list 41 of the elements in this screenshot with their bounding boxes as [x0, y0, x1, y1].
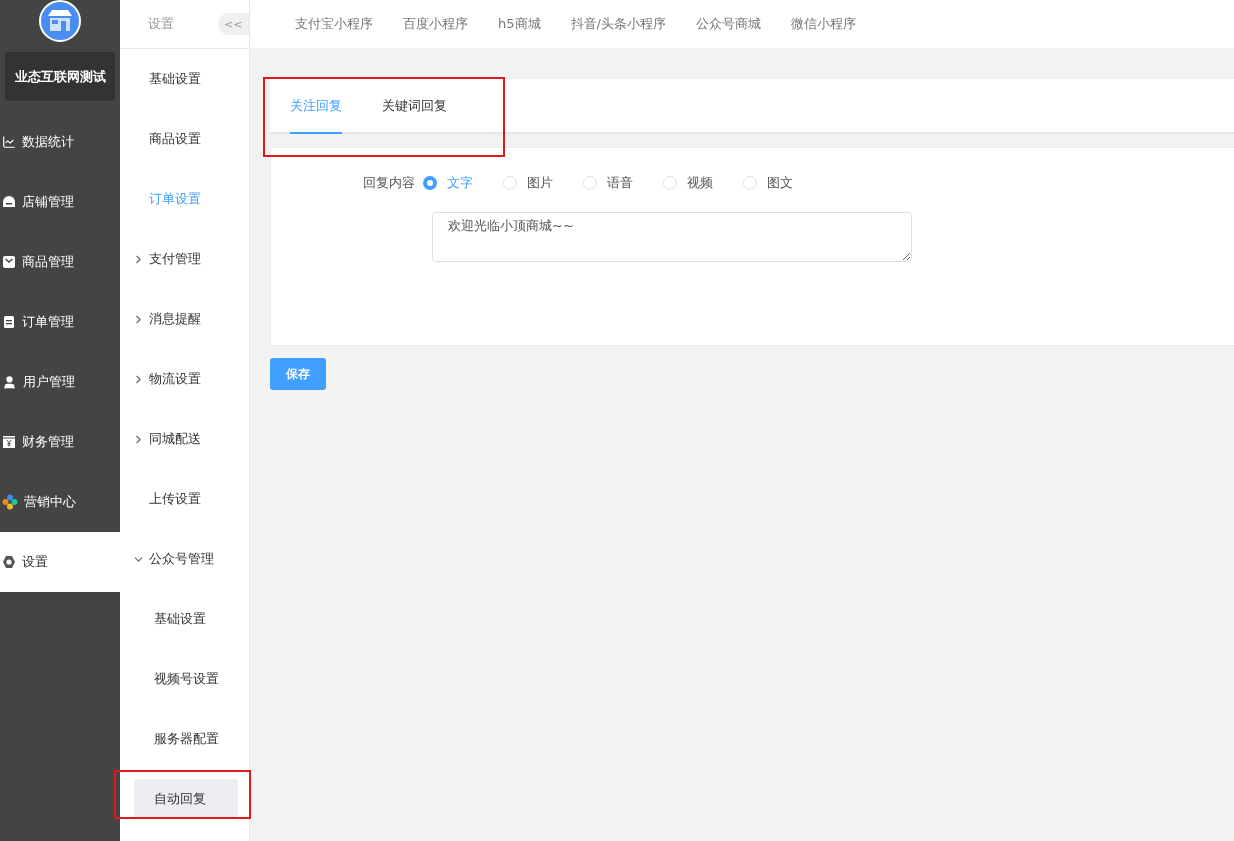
- chart-icon: [2, 135, 16, 149]
- submenu-item[interactable]: 同城配送: [120, 409, 249, 469]
- reply-text-field[interactable]: 欢迎光临小顶商城~~: [432, 212, 912, 262]
- submenu-item[interactable]: 商品设置: [120, 109, 249, 169]
- submenu-item[interactable]: 公众号管理: [120, 529, 249, 589]
- nav-link[interactable]: 支付宝小程序: [295, 15, 373, 33]
- tab[interactable]: 关键词回复: [382, 79, 447, 134]
- settings-icon: [2, 555, 16, 569]
- submenu-item[interactable]: 支付管理: [120, 229, 249, 289]
- user-icon: [2, 374, 17, 390]
- submenu-item[interactable]: 基础设置: [134, 599, 238, 639]
- menu-item[interactable]: 数据统计: [0, 112, 120, 172]
- petal-icon: [2, 494, 18, 510]
- menu-item[interactable]: 店铺管理: [0, 172, 120, 232]
- menu-item[interactable]: 商品管理: [0, 232, 120, 292]
- nav-link[interactable]: 抖音/头条小程序: [570, 15, 666, 33]
- submenu-item[interactable]: 上传设置: [120, 469, 249, 529]
- submenu-item[interactable]: 视频号设置: [134, 659, 238, 699]
- shop-logo: [39, 0, 81, 42]
- radio-option[interactable]: 视频: [663, 174, 713, 192]
- nav-link[interactable]: 微信小程序: [790, 15, 856, 33]
- nav-link[interactable]: h5商城: [498, 15, 541, 33]
- submenu-item[interactable]: 基础设置: [120, 49, 249, 109]
- submenu-item[interactable]: 物流设置: [120, 349, 249, 409]
- submenu-item[interactable]: 自动回复: [134, 779, 238, 819]
- store-name: 业态互联网测试: [5, 52, 115, 101]
- radio-option[interactable]: 图文: [743, 174, 793, 192]
- radio-button[interactable]: [423, 176, 437, 190]
- radio-option[interactable]: 语音: [583, 174, 633, 192]
- section-title: 设置: [148, 15, 174, 33]
- menu-item[interactable]: 订单管理: [0, 292, 120, 352]
- field-label: 回复内容: [363, 174, 415, 192]
- radio-option[interactable]: 图片: [503, 174, 553, 192]
- menu-item[interactable]: 财务管理: [0, 412, 120, 472]
- menu-item[interactable]: 设置: [0, 532, 120, 592]
- menu-item[interactable]: 用户管理: [0, 352, 120, 412]
- submenu-item[interactable]: 服务器配置: [134, 719, 238, 759]
- submenu-item[interactable]: 消息提醒: [120, 289, 249, 349]
- menu-item[interactable]: 营销中心: [0, 472, 120, 532]
- nav-link[interactable]: 公众号商城: [695, 15, 761, 33]
- nav-link[interactable]: 百度小程序: [403, 15, 468, 33]
